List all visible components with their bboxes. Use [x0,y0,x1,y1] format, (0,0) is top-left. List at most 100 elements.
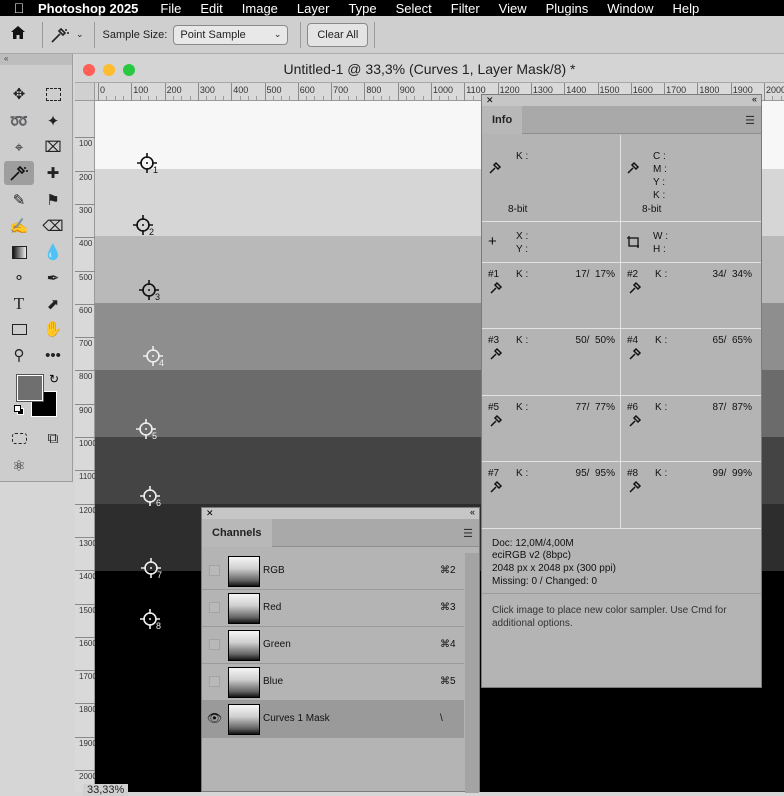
visibility-toggle[interactable] [209,676,220,687]
apple-icon[interactable]:  [0,0,38,16]
eraser-tool-icon[interactable]: ⌫ [40,214,66,238]
default-colors-icon[interactable] [14,405,24,415]
color-sampler-marker[interactable]: 5 [135,418,169,448]
close-panel-icon[interactable]: ✕ [486,95,494,106]
screen-mode-icon[interactable]: ⧉ [40,426,66,450]
menu-edit[interactable]: Edit [200,1,222,16]
color-sampler-tool-icon[interactable] [4,161,34,185]
chevron-down-icon[interactable]: ⌄ [76,29,84,40]
zoom-level-status[interactable]: 33,33% [83,784,129,796]
sample-size-label: Sample Size: [102,28,168,41]
app-name-menu[interactable]: Photoshop 2025 [38,1,138,16]
blur-tool-icon[interactable]: 💧 [40,240,66,264]
sample-size-select[interactable]: Point Sample ⌄ [173,24,289,45]
ruler-tick [75,270,95,272]
scrollbar[interactable] [465,553,479,793]
color-sampler-marker[interactable]: 4 [142,345,176,375]
vertical-ruler[interactable]: 100 200 300 400 500 600 700 800 900 1000 1100 1200 1… [75,101,97,792]
move-tool-icon[interactable]: ✥ [6,82,32,106]
color-sampler-tool-preset-icon[interactable]: ⌄ [49,26,84,44]
menu-window[interactable]: Window [607,1,653,16]
k-label: K : [655,402,668,413]
collapse-panel-icon[interactable]: « [752,94,757,104]
document-title-bar: Untitled-1 @ 33,3% (Curves 1, Layer Mask… [75,55,784,83]
menu-type[interactable]: Type [348,1,376,16]
sampler-readout-8[interactable]: #8 K : 99/ 99% [621,461,760,527]
toolbox-collapse-icon[interactable]: « [0,54,72,65]
healing-brush-tool-icon[interactable]: ✚ [40,161,66,185]
close-window-button[interactable] [83,64,95,76]
menu-help[interactable]: Help [673,1,700,16]
clone-stamp-tool-icon[interactable]: ⚑ [40,188,66,212]
panel-menu-icon[interactable]: ☰ [463,527,473,540]
channel-row-rgb[interactable]: RGB ⌘2 [202,553,464,590]
sampler-readout-2[interactable]: #2 K : 34/ 34% [621,262,760,328]
home-icon[interactable] [0,25,36,44]
menu-plugins[interactable]: Plugins [546,1,589,16]
k-label: K : [655,269,668,280]
zoom-window-button[interactable] [123,64,135,76]
magic-wand-tool-icon[interactable]: ✦ [40,109,66,133]
sampler-readout-6[interactable]: #6 K : 87/ 87% [621,395,760,461]
marquee-tool-icon[interactable] [40,82,66,106]
brush-tool-icon[interactable]: ✎ [6,188,32,212]
sampler-readout-5[interactable]: #5 K : 77/ 77% [482,395,621,461]
channel-row-curves-mask[interactable]: 👁 Curves 1 Mask \ [202,701,464,738]
quick-mask-icon[interactable] [6,426,32,450]
tab-channels[interactable]: Channels [202,519,272,547]
zoom-tool-icon[interactable]: ⚲ [6,343,32,367]
channel-row-blue[interactable]: Blue ⌘5 [202,664,464,701]
visibility-toggle[interactable] [209,639,220,650]
sampler-readout-4[interactable]: #4 K : 65/ 65% [621,328,760,394]
lasso-tool-icon[interactable]: ➿ [6,109,32,133]
path-selection-tool-icon[interactable]: ⬈ [40,292,66,316]
pen-tool-icon[interactable]: ✒ [40,266,66,290]
type-tool-icon[interactable]: T [6,292,32,316]
menu-select[interactable]: Select [396,1,432,16]
color-sampler-marker[interactable]: 6 [139,485,173,515]
dodge-tool-icon[interactable]: ⚬ [6,266,32,290]
visibility-toggle[interactable] [209,602,220,613]
foreground-color-swatch[interactable] [16,374,44,402]
tab-info[interactable]: Info [482,106,523,134]
collapse-panel-icon[interactable]: « [470,507,475,517]
channel-row-green[interactable]: Green ⌘4 [202,627,464,664]
sampler-readout-3[interactable]: #3 K : 50/ 50% [482,328,621,394]
eye-icon[interactable]: 👁 [207,711,222,725]
sampler-readout-1[interactable]: #1 K : 17/ 17% [482,262,621,328]
crop-tool-icon[interactable]: ⌖ [6,135,32,159]
more-tools-icon[interactable]: ••• [40,343,66,367]
sampler-number: 3 [155,292,161,302]
ruler-label: 300 [199,85,215,95]
sampler-readout-7[interactable]: #7 K : 95/ 95% [482,461,621,527]
color-sampler-marker[interactable]: 1 [136,152,170,182]
sampler-id: #4 [627,335,639,346]
menu-filter[interactable]: Filter [451,1,480,16]
visibility-toggle[interactable] [209,565,220,576]
panel-menu-icon[interactable]: ☰ [745,114,755,127]
color-sampler-marker[interactable]: 2 [132,214,166,244]
menu-view[interactable]: View [499,1,527,16]
menu-file[interactable]: File [160,1,181,16]
separator [300,21,302,48]
close-panel-icon[interactable]: ✕ [206,508,214,519]
color-sampler-marker[interactable]: 3 [138,279,172,309]
ruler-label: 2000 [766,85,784,95]
swap-colors-icon[interactable]: ↻ [49,372,59,386]
color-sampler-marker[interactable]: 8 [139,608,173,638]
history-brush-tool-icon[interactable]: ✍ [6,214,32,238]
frame-tool-icon[interactable]: ⌧ [40,135,66,159]
edit-toolbar-icon[interactable]: ⚛ [6,454,32,478]
menu-image[interactable]: Image [242,1,278,16]
channel-row-red[interactable]: Red ⌘3 [202,590,464,627]
hand-tool-icon[interactable]: ✋ [40,317,66,341]
ruler-tick [331,83,333,101]
minimize-window-button[interactable] [103,64,115,76]
menu-layer[interactable]: Layer [297,1,330,16]
clear-all-button[interactable]: Clear All [307,22,369,47]
ruler-origin[interactable] [75,83,95,101]
color-sampler-marker[interactable]: 7 [140,557,174,587]
ruler-tick [131,83,133,101]
rectangle-tool-icon[interactable] [6,317,32,341]
gradient-tool-icon[interactable] [6,240,32,264]
